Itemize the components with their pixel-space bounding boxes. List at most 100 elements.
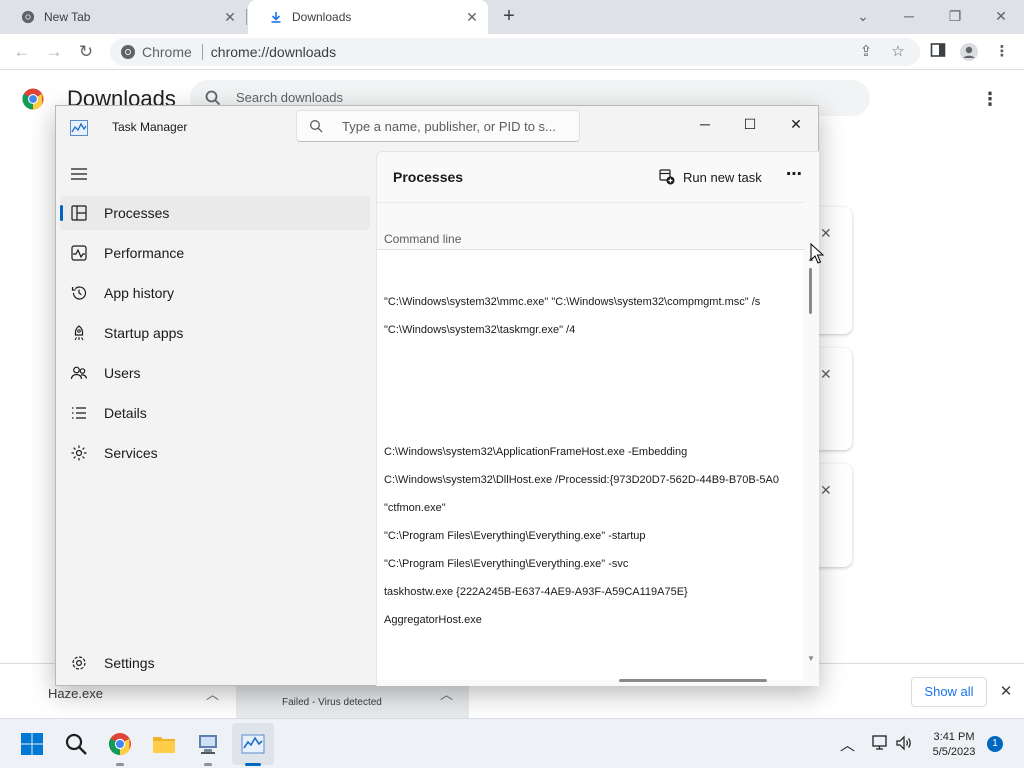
notification-badge[interactable]: 1: [987, 736, 1003, 752]
close-tab-icon[interactable]: ✕: [222, 9, 238, 25]
window-title: Task Manager: [112, 120, 188, 134]
run-task-label: Run new task: [683, 169, 762, 185]
table-row[interactable]: "C:\Program Files\Everything\Everything.…: [384, 522, 803, 550]
nav-details[interactable]: Details: [60, 396, 370, 430]
url-text[interactable]: chrome://downloads: [211, 44, 336, 60]
tab-new-tab[interactable]: New Tab ✕: [0, 0, 246, 34]
tm-close-button[interactable]: ✕: [774, 110, 818, 138]
tm-minimize-button[interactable]: ─: [683, 110, 727, 138]
share-icon[interactable]: ⇪: [856, 42, 876, 62]
volume-icon[interactable]: [895, 735, 913, 751]
tab-downloads[interactable]: Downloads ✕: [248, 0, 488, 34]
close-tab-icon[interactable]: ✕: [464, 9, 480, 25]
horizontal-scrollbar-thumb[interactable]: [619, 679, 767, 682]
chevron-up-icon[interactable]: ︿: [206, 684, 219, 703]
nav-label: Users: [104, 365, 141, 381]
bookmark-star-icon[interactable]: ☆: [888, 42, 908, 62]
table-row[interactable]: AggregatorHost.exe: [384, 606, 803, 634]
profile-avatar-icon[interactable]: [959, 42, 979, 62]
tm-maximize-button[interactable]: ☐: [728, 110, 772, 138]
task-manager-titlebar[interactable]: Task Manager Type a name, publisher, or …: [56, 106, 818, 150]
running-indicator: [116, 763, 124, 766]
task-manager-taskbar-icon[interactable]: [241, 732, 265, 756]
vertical-scrollbar[interactable]: ▲ ▼: [803, 250, 819, 670]
table-row[interactable]: "C:\Program Files\Everything\Everything.…: [384, 550, 803, 578]
details-icon: [72, 407, 86, 419]
nav-startup-apps[interactable]: Startup apps: [60, 316, 370, 350]
remove-download-icon[interactable]: ✕: [820, 482, 832, 499]
table-row[interactable]: taskhostw.exe {222A245B-E637-4AE9-A93F-A…: [384, 578, 803, 606]
mouse-cursor-icon: [810, 243, 824, 264]
table-row[interactable]: [384, 400, 803, 428]
forward-button[interactable]: →: [42, 40, 66, 64]
search-placeholder: Search downloads: [236, 90, 343, 105]
process-search-input[interactable]: Type a name, publisher, or PID to s...: [296, 110, 580, 142]
download-name: Haze.exe: [48, 686, 103, 701]
table-row[interactable]: [384, 372, 803, 400]
file-explorer-icon[interactable]: [152, 732, 176, 756]
clock-time: 3:41 PM: [933, 731, 975, 743]
column-label: Command line: [384, 232, 462, 246]
table-row[interactable]: "C:\Windows\system32\mmc.exe" "C:\Window…: [384, 288, 803, 316]
nav-users[interactable]: Users: [60, 356, 370, 390]
chrome-logo-icon: [22, 88, 44, 110]
chevron-up-icon[interactable]: ︿: [840, 734, 855, 755]
site-name: Chrome: [142, 44, 192, 60]
panel-title: Processes: [393, 169, 464, 185]
download-status: Failed - Virus detected: [282, 697, 382, 708]
chrome-taskbar-icon[interactable]: [108, 732, 132, 756]
nav-services[interactable]: Services: [60, 436, 370, 470]
table-row[interactable]: "C:\Windows\system32\taskmgr.exe" /4: [384, 316, 803, 344]
processes-panel: Processes Run new task ⋯ Command line "C…: [376, 151, 819, 686]
tab-search-icon[interactable]: ⌄: [840, 4, 886, 28]
run-task-icon: [659, 169, 675, 185]
minimize-button[interactable]: ─: [886, 4, 932, 28]
table-row[interactable]: C:\Windows\system32\DllHost.exe /Process…: [384, 466, 803, 494]
nav-label: Services: [104, 445, 158, 461]
scrollbar-thumb[interactable]: [809, 268, 812, 314]
nav-performance[interactable]: Performance: [60, 236, 370, 270]
chrome-icon: [121, 45, 135, 59]
more-options-icon[interactable]: ⋯: [782, 166, 806, 188]
restore-button[interactable]: ❐: [932, 4, 978, 28]
processes-icon: [71, 205, 87, 221]
network-icon[interactable]: [871, 735, 889, 751]
nav-processes[interactable]: Processes: [60, 196, 370, 230]
table-row[interactable]: [384, 344, 803, 372]
clock-date: 5/5/2023: [932, 746, 976, 758]
chevron-up-icon[interactable]: ︿: [440, 684, 453, 703]
nav-label: Processes: [104, 205, 170, 221]
remove-download-icon[interactable]: ✕: [820, 366, 832, 383]
hamburger-menu-icon[interactable]: [70, 166, 88, 182]
column-header-command-line[interactable]: Command line: [377, 202, 805, 250]
table-row[interactable]: "ctfmon.exe": [384, 494, 803, 522]
close-window-button[interactable]: ✕: [978, 4, 1024, 28]
services-icon: [71, 445, 87, 461]
show-all-button[interactable]: Show all: [911, 677, 987, 707]
run-new-task-button[interactable]: Run new task: [659, 166, 762, 188]
computer-management-icon[interactable]: [196, 732, 220, 756]
scroll-down-icon[interactable]: ▼: [807, 654, 815, 663]
system-clock[interactable]: 3:41 PM 5/5/2023: [918, 730, 990, 760]
browser-toolbar: ← → ↻ Chrome chrome://downloads ⇪ ☆ ⋮: [0, 34, 1024, 70]
search-icon[interactable]: [64, 732, 88, 756]
tab-label: New Tab: [44, 10, 91, 24]
more-actions-icon[interactable]: ⋮: [980, 89, 1000, 109]
reload-button[interactable]: ↻: [74, 40, 98, 64]
back-button[interactable]: ←: [10, 40, 34, 64]
nav-app-history[interactable]: App history: [60, 276, 370, 310]
address-bar[interactable]: Chrome chrome://downloads: [110, 38, 920, 66]
close-shelf-icon[interactable]: ✕: [996, 682, 1016, 702]
search-icon: [310, 120, 323, 133]
new-tab-button[interactable]: +: [498, 6, 520, 28]
side-panel-icon[interactable]: [928, 42, 948, 62]
task-manager-nav: Processes Performance App history Startu…: [56, 196, 374, 476]
windows-start-icon[interactable]: [20, 732, 44, 756]
nav-settings[interactable]: Settings: [60, 646, 370, 680]
table-row[interactable]: C:\Windows\system32\ApplicationFrameHost…: [384, 438, 803, 466]
performance-icon: [71, 245, 87, 261]
table-row[interactable]: [384, 250, 803, 278]
windows-taskbar: ︿ 3:41 PM 5/5/2023 1: [0, 718, 1024, 768]
chrome-menu-icon[interactable]: ⋮: [992, 42, 1012, 62]
remove-download-icon[interactable]: ✕: [820, 225, 832, 242]
